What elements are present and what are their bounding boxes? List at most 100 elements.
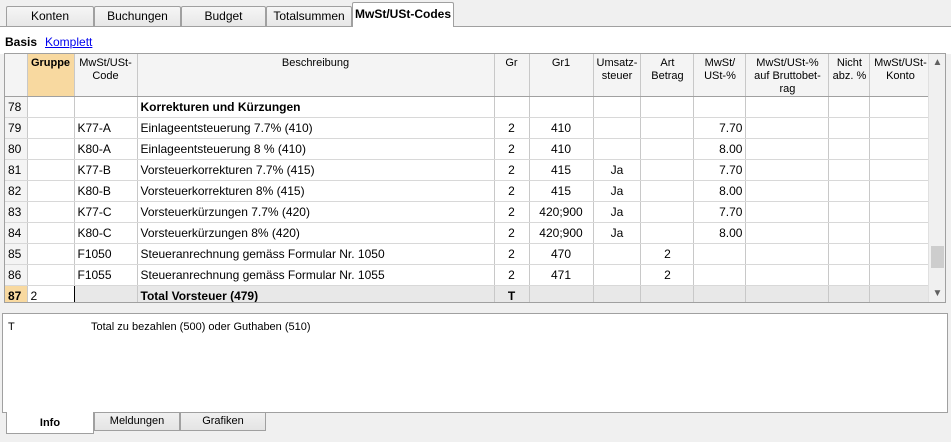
- cell-gr1[interactable]: 410: [529, 117, 594, 139]
- cell-mwst-pct[interactable]: 7.70: [693, 159, 747, 181]
- cell-brutto-pct[interactable]: [745, 138, 830, 160]
- view-basis[interactable]: Basis: [5, 35, 37, 49]
- cell-beschreibung[interactable]: Steueranrechnung gemäss Formular Nr. 105…: [137, 243, 495, 265]
- cell-mwst-pct[interactable]: 8.00: [693, 180, 747, 202]
- cell-brutto-pct[interactable]: [745, 117, 830, 139]
- col-header-gr1[interactable]: Gr1: [529, 54, 594, 97]
- cell-nicht-abz[interactable]: [828, 243, 871, 265]
- cell-beschreibung[interactable]: Vorsteuerkürzungen 8% (420): [137, 222, 495, 244]
- cell-art-betrag[interactable]: [640, 285, 695, 302]
- cell-konto[interactable]: [869, 222, 932, 244]
- cell-konto[interactable]: [869, 117, 932, 139]
- cell-brutto-pct[interactable]: [745, 285, 830, 302]
- table-row[interactable]: 84 K80-C Vorsteuerkürzungen 8% (420) 2 420;9…: [5, 222, 932, 244]
- cell-gr[interactable]: 2: [494, 243, 530, 265]
- cell-art-betrag[interactable]: [640, 222, 695, 244]
- tab-buchungen[interactable]: Buchungen: [94, 6, 181, 27]
- chevron-up-icon[interactable]: ▲: [929, 54, 945, 71]
- table-row[interactable]: 82 K80-B Vorsteuerkorrekturen 8% (415) 2 415…: [5, 180, 932, 202]
- tab-totalsummen[interactable]: Totalsummen: [266, 6, 352, 27]
- col-header-mwst-pct[interactable]: MwSt/ USt-%: [693, 54, 747, 97]
- cell-gruppe[interactable]: [27, 222, 75, 244]
- cell-code[interactable]: F1050: [74, 243, 138, 265]
- tab-meldungen[interactable]: Meldungen: [94, 413, 180, 431]
- cell-gr1[interactable]: [529, 285, 594, 302]
- cell-gruppe[interactable]: [27, 264, 75, 286]
- cell-code[interactable]: [74, 285, 138, 302]
- cell-konto[interactable]: [869, 243, 932, 265]
- col-header-beschreibung[interactable]: Beschreibung: [137, 54, 495, 97]
- cell-beschreibung[interactable]: Vorsteuerkürzungen 7.7% (420): [137, 201, 495, 223]
- table-row[interactable]: 79 K77-A Einlageentsteuerung 7.7% (410) 2 41…: [5, 117, 932, 139]
- cell-gruppe[interactable]: [27, 180, 75, 202]
- cell-mwst-pct[interactable]: [693, 264, 747, 286]
- cell-brutto-pct[interactable]: [745, 96, 830, 118]
- tab-konten[interactable]: Konten: [6, 6, 94, 27]
- cell-umsatzsteuer[interactable]: Ja: [593, 201, 642, 223]
- col-header-rownum[interactable]: [5, 54, 28, 97]
- cell-umsatzsteuer[interactable]: Ja: [593, 159, 642, 181]
- cell-code[interactable]: F1055: [74, 264, 138, 286]
- cell-gr[interactable]: 2: [494, 222, 530, 244]
- cell-gruppe[interactable]: [27, 117, 75, 139]
- scrollbar-thumb[interactable]: [931, 246, 944, 268]
- cell-beschreibung[interactable]: Korrekturen und Kürzungen: [137, 96, 495, 118]
- table-row[interactable]: 83 K77-C Vorsteuerkürzungen 7.7% (420) 2 420…: [5, 201, 932, 223]
- cell-gr1[interactable]: 415: [529, 180, 594, 202]
- cell-gr1[interactable]: 410: [529, 138, 594, 160]
- cell-mwst-pct[interactable]: 7.70: [693, 201, 747, 223]
- cell-code[interactable]: K80-B: [74, 180, 138, 202]
- cell-brutto-pct[interactable]: [745, 222, 830, 244]
- col-header-gr[interactable]: Gr: [494, 54, 530, 97]
- cell-umsatzsteuer[interactable]: [593, 117, 642, 139]
- cell-code[interactable]: K77-C: [74, 201, 138, 223]
- cell-gr[interactable]: 2: [494, 201, 530, 223]
- cell-gruppe[interactable]: [27, 138, 75, 160]
- table-row[interactable]: 80 K80-A Einlageentsteuerung 8 % (410) 2 410…: [5, 138, 932, 160]
- col-header-art-betrag[interactable]: Art Betrag: [640, 54, 695, 97]
- cell-mwst-pct[interactable]: [693, 243, 747, 265]
- cell-nicht-abz[interactable]: [828, 138, 871, 160]
- cell-beschreibung[interactable]: Vorsteuerkorrekturen 8% (415): [137, 180, 495, 202]
- cell-nicht-abz[interactable]: [828, 264, 871, 286]
- view-komplett-link[interactable]: Komplett: [45, 35, 92, 49]
- table-row[interactable]: 86 F1055 Steueranrechnung gemäss Formular …: [5, 264, 932, 286]
- cell-code[interactable]: [74, 96, 138, 118]
- col-header-brutto-pct[interactable]: MwSt/USt-% auf Bruttobet-rag: [745, 54, 830, 97]
- cell-gr[interactable]: T: [494, 285, 530, 302]
- cell-umsatzsteuer[interactable]: [593, 243, 642, 265]
- cell-umsatzsteuer[interactable]: [593, 285, 642, 302]
- cell-code[interactable]: K80-C: [74, 222, 138, 244]
- cell-gr[interactable]: 2: [494, 159, 530, 181]
- cell-umsatzsteuer[interactable]: Ja: [593, 180, 642, 202]
- cell-gr[interactable]: 2: [494, 264, 530, 286]
- cell-gr1[interactable]: 471: [529, 264, 594, 286]
- col-header-nicht-abz[interactable]: Nicht abz. %: [828, 54, 871, 97]
- cell-mwst-pct[interactable]: [693, 96, 747, 118]
- cell-gruppe[interactable]: [27, 201, 75, 223]
- cell-brutto-pct[interactable]: [745, 264, 830, 286]
- cell-gruppe[interactable]: [27, 243, 75, 265]
- cell-umsatzsteuer[interactable]: Ja: [593, 222, 642, 244]
- table-row[interactable]: 87 2 Total Vorsteuer (479) T: [5, 285, 932, 302]
- cell-nicht-abz[interactable]: [828, 201, 871, 223]
- cell-code[interactable]: K77-A: [74, 117, 138, 139]
- col-header-konto[interactable]: MwSt/USt-Konto: [869, 54, 932, 97]
- cell-konto[interactable]: [869, 264, 932, 286]
- cell-gr[interactable]: [494, 96, 530, 118]
- cell-beschreibung[interactable]: Total Vorsteuer (479): [137, 285, 495, 302]
- cell-art-betrag[interactable]: [640, 180, 695, 202]
- cell-art-betrag[interactable]: [640, 159, 695, 181]
- tab-info[interactable]: Info: [6, 412, 94, 434]
- cell-gruppe[interactable]: [27, 96, 75, 118]
- col-header-code[interactable]: MwSt/USt-Code: [74, 54, 138, 97]
- tab-mwst-codes[interactable]: MwSt/USt-Codes: [352, 2, 454, 27]
- cell-mwst-pct[interactable]: 8.00: [693, 222, 747, 244]
- tab-grafiken[interactable]: Grafiken: [180, 413, 266, 431]
- cell-konto[interactable]: [869, 285, 932, 302]
- chevron-down-icon[interactable]: ▼: [929, 285, 945, 302]
- cell-gr[interactable]: 2: [494, 117, 530, 139]
- cell-konto[interactable]: [869, 159, 932, 181]
- cell-code[interactable]: K80-A: [74, 138, 138, 160]
- cell-mwst-pct[interactable]: 8.00: [693, 138, 747, 160]
